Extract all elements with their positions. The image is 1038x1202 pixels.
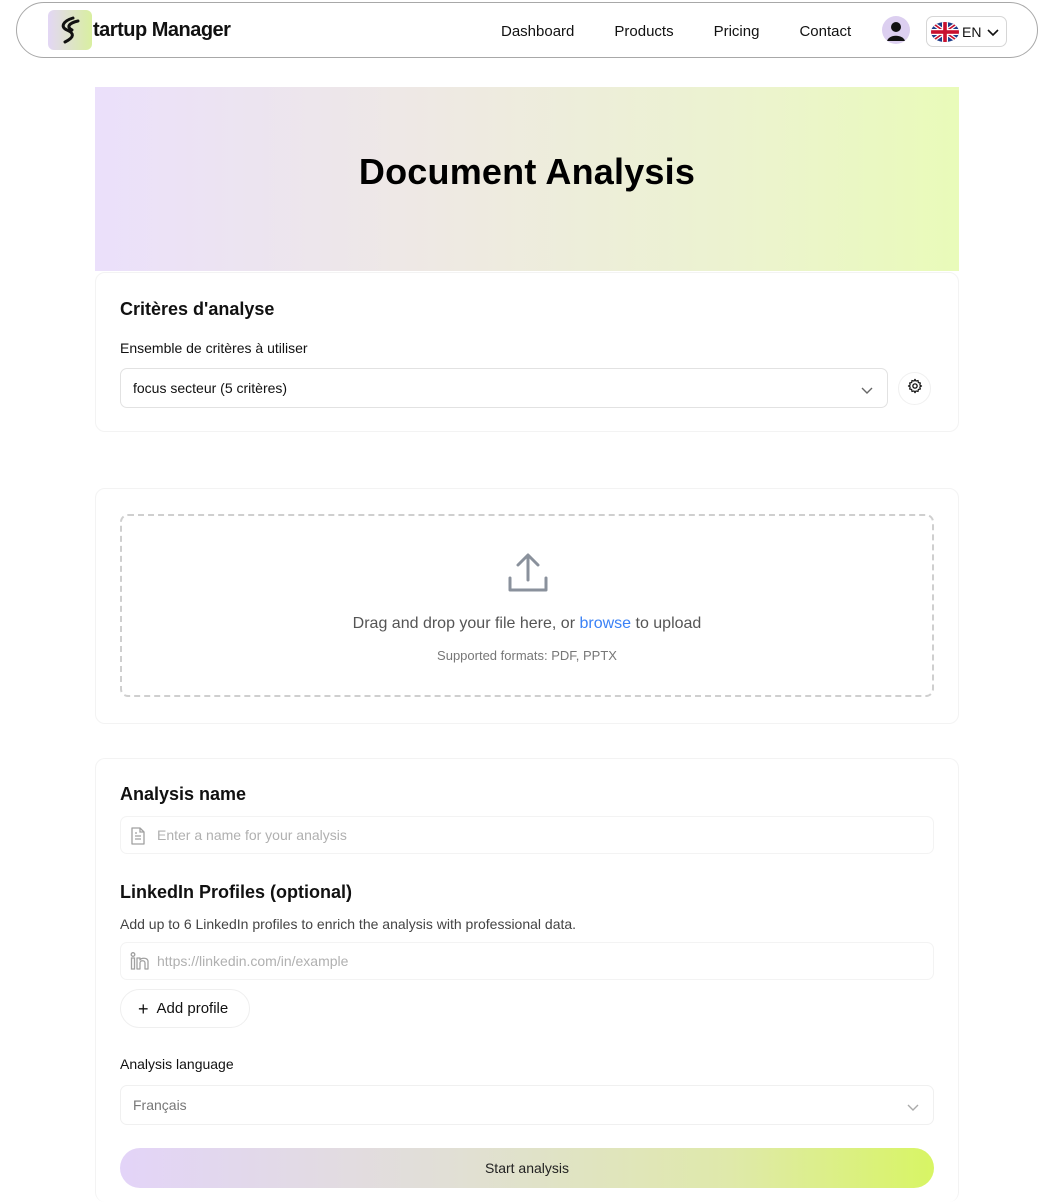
- brand-name: tartup Manager: [93, 18, 231, 41]
- nav-links: Dashboard Products Pricing Contact: [501, 3, 891, 59]
- nav-link-contact[interactable]: Contact: [799, 23, 851, 40]
- file-dropzone[interactable]: Drag and drop your file here, or browse …: [120, 514, 934, 697]
- linkedin-title: LinkedIn Profiles (optional): [120, 882, 353, 902]
- criteria-settings-button[interactable]: [898, 372, 931, 405]
- criteria-set-value: focus secteur (5 critères): [133, 380, 288, 396]
- analysis-name-title: Analysis name: [120, 784, 247, 804]
- chevron-down-icon: [907, 1099, 919, 1115]
- start-analysis-button[interactable]: Start analysis: [120, 1148, 934, 1188]
- analysis-name-placeholder: Enter a name for your analysis: [157, 827, 347, 843]
- linkedin-placeholder: https://linkedin.com/in/example: [157, 953, 349, 969]
- chevron-down-icon: [861, 382, 873, 398]
- nav-link-dashboard[interactable]: Dashboard: [501, 23, 574, 40]
- browse-link[interactable]: browse: [579, 615, 631, 632]
- top-navbar: tartup Manager Dashboard Products Pricin…: [16, 2, 1038, 58]
- supported-formats: Supported formats: PDF, PPTX: [437, 648, 617, 663]
- dropzone-text-after: to upload: [631, 615, 702, 632]
- linkedin-profile-input[interactable]: https://linkedin.com/in/example: [120, 942, 934, 980]
- language-code: EN: [962, 23, 982, 40]
- nav-link-products[interactable]: Products: [614, 23, 673, 40]
- page-title: Document Analysis: [358, 151, 696, 192]
- chevron-down-icon: [987, 24, 1000, 40]
- criteria-set-select[interactable]: focus secteur (5 critères): [120, 368, 888, 408]
- user-avatar-icon[interactable]: [882, 16, 910, 44]
- hero-banner: Document Analysis: [95, 87, 959, 271]
- analysis-language-label: Analysis language: [120, 1056, 234, 1072]
- uk-flag-icon: [931, 21, 959, 42]
- criteria-set-label: Ensemble de critères à utiliser: [120, 340, 308, 356]
- criteria-title: Critères d'analyse: [120, 299, 275, 319]
- dropzone-instructions: Drag and drop your file here, or browse …: [122, 615, 932, 633]
- add-profile-label: Add profile: [156, 1000, 229, 1017]
- analysis-language-value: Français: [133, 1097, 187, 1113]
- analysis-name-input[interactable]: Enter a name for your analysis: [120, 816, 934, 854]
- nav-link-pricing[interactable]: Pricing: [714, 23, 760, 40]
- linkedin-icon: [130, 952, 150, 973]
- document-icon: [130, 827, 146, 848]
- add-profile-button[interactable]: + Add profile: [120, 989, 250, 1028]
- upload-icon: [507, 552, 549, 599]
- gear-icon: [907, 378, 923, 399]
- analysis-language-select[interactable]: Français: [120, 1085, 934, 1125]
- linkedin-help-text: Add up to 6 LinkedIn profiles to enrich …: [120, 916, 577, 932]
- logo-mark-icon: [48, 10, 92, 50]
- brand-logo[interactable]: tartup Manager: [48, 10, 231, 50]
- plus-icon: +: [138, 998, 149, 1019]
- dropzone-text-before: Drag and drop your file here, or: [352, 615, 580, 632]
- language-switcher[interactable]: EN: [926, 16, 1007, 47]
